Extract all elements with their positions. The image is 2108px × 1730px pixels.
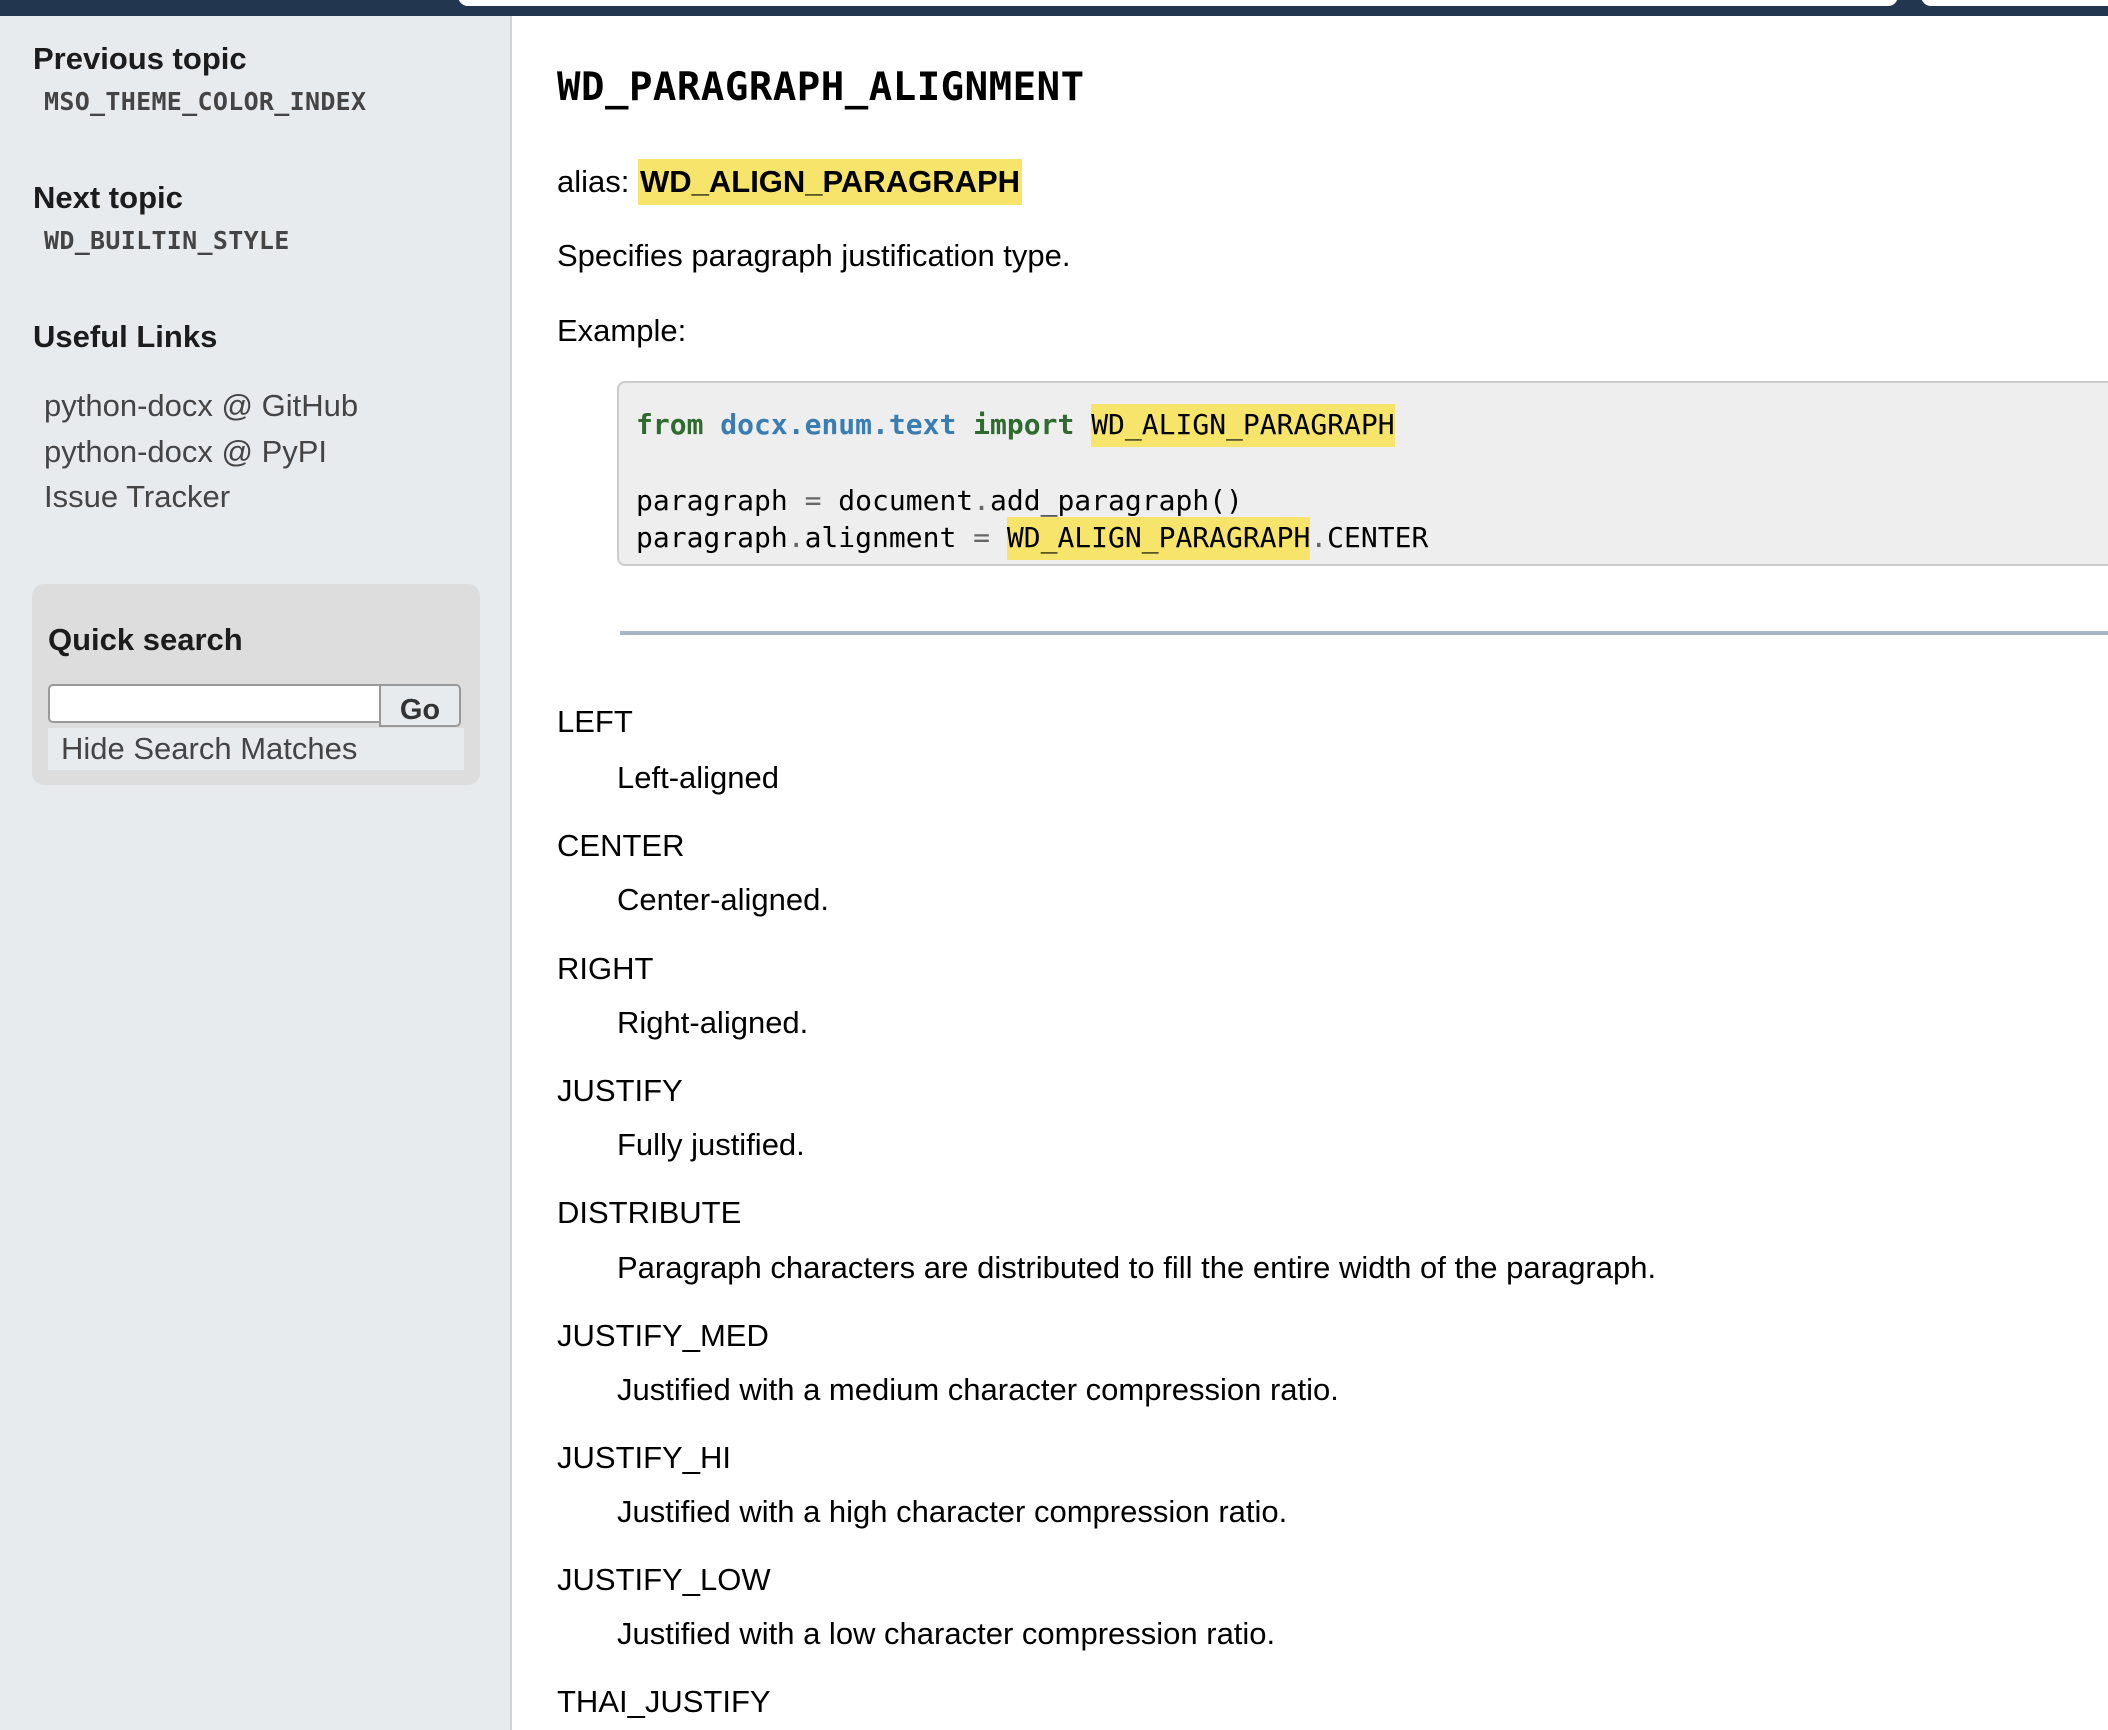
quick-search-input[interactable] bbox=[48, 684, 379, 723]
code-attr: alignment bbox=[804, 521, 957, 554]
member-name: JUSTIFY_HI bbox=[557, 1440, 731, 1475]
code-highlight-name: WD_ALIGN_PARAGRAPH bbox=[1091, 404, 1395, 447]
member-name: THAI_JUSTIFY bbox=[557, 1684, 771, 1719]
code-obj: document bbox=[838, 484, 974, 517]
member-description: Justified with a medium character compre… bbox=[617, 1372, 1339, 1407]
previous-topic-heading: Previous topic bbox=[33, 41, 247, 76]
member-description: Justified with a high character compress… bbox=[617, 1494, 1288, 1529]
code-highlight-name: WD_ALIGN_PARAGRAPH bbox=[1006, 517, 1311, 560]
quick-search-panel: Quick search Go Hide Search Matches bbox=[32, 584, 480, 785]
member-description: Justified with a low character compressi… bbox=[617, 1616, 1276, 1651]
code-module: docx.enum.text bbox=[720, 408, 957, 441]
code-op: = bbox=[804, 484, 822, 517]
code-dot: . bbox=[1310, 521, 1328, 554]
issue-tracker-link[interactable]: Issue Tracker bbox=[44, 481, 230, 512]
alias-value: WD_ALIGN_PARAGRAPH bbox=[637, 159, 1023, 205]
code-dot: . bbox=[787, 521, 805, 554]
code-keyword-from: from bbox=[636, 408, 704, 441]
github-link[interactable]: python-docx @ GitHub bbox=[44, 390, 358, 421]
alias-line: alias: WD_ALIGN_PARAGRAPH bbox=[557, 159, 1023, 205]
member-description: Center-aligned. bbox=[617, 882, 829, 917]
member-name: RIGHT bbox=[557, 951, 654, 986]
hide-search-matches-link[interactable]: Hide Search Matches bbox=[48, 728, 464, 770]
member-name: LEFT bbox=[557, 704, 633, 739]
search-go-button[interactable]: Go bbox=[379, 684, 461, 727]
useful-links-heading: Useful Links bbox=[33, 319, 218, 354]
code-member: CENTER bbox=[1327, 521, 1429, 554]
code-op: = bbox=[973, 521, 991, 554]
sidebar: Previous topic MSO_THEME_COLOR_INDEX Nex… bbox=[0, 16, 512, 1730]
code-line-1: from docx.enum.text import WD_ALIGN_PARA… bbox=[636, 404, 1395, 447]
code-lhs: paragraph bbox=[636, 484, 788, 517]
member-description: Right-aligned. bbox=[617, 1005, 809, 1040]
code-line-3: paragraph = document.add_paragraph() bbox=[636, 487, 1243, 515]
member-name: JUSTIFY_MED bbox=[557, 1318, 769, 1353]
member-description: Left-aligned bbox=[617, 760, 780, 795]
navbar-secondary-field[interactable] bbox=[1921, 0, 2108, 6]
code-line-4: paragraph.alignment = WD_ALIGN_PARAGRAPH… bbox=[636, 517, 1429, 560]
enum-description: Specifies paragraph justification type. bbox=[557, 238, 1071, 273]
code-example-block: from docx.enum.text import WD_ALIGN_PARA… bbox=[617, 381, 2108, 566]
alias-label: alias: bbox=[557, 164, 638, 199]
code-dot: . bbox=[973, 484, 991, 517]
main-content: WD_PARAGRAPH_ALIGNMENT alias: WD_ALIGN_P… bbox=[512, 16, 2108, 1730]
section-divider bbox=[620, 631, 2108, 635]
example-label: Example: bbox=[557, 313, 687, 348]
member-name: JUSTIFY_LOW bbox=[557, 1562, 771, 1597]
next-topic-heading: Next topic bbox=[33, 180, 183, 215]
member-description: Paragraph characters are distributed to … bbox=[617, 1250, 1657, 1285]
member-name: DISTRIBUTE bbox=[557, 1195, 742, 1230]
quick-search-heading: Quick search bbox=[48, 622, 243, 657]
member-name: JUSTIFY bbox=[557, 1073, 683, 1108]
member-description: Fully justified. bbox=[617, 1127, 805, 1162]
navbar-search-field[interactable] bbox=[458, 0, 1898, 6]
page-title: WD_PARAGRAPH_ALIGNMENT bbox=[557, 65, 1085, 110]
top-navbar bbox=[0, 0, 2108, 16]
code-call: add_paragraph() bbox=[990, 484, 1243, 517]
previous-topic-link[interactable]: MSO_THEME_COLOR_INDEX bbox=[44, 89, 366, 114]
pypi-link[interactable]: python-docx @ PyPI bbox=[44, 436, 327, 467]
next-topic-link[interactable]: WD_BUILTIN_STYLE bbox=[44, 228, 290, 253]
member-name: CENTER bbox=[557, 828, 685, 863]
code-keyword-import: import bbox=[973, 408, 1075, 441]
code-obj: paragraph bbox=[636, 521, 788, 554]
